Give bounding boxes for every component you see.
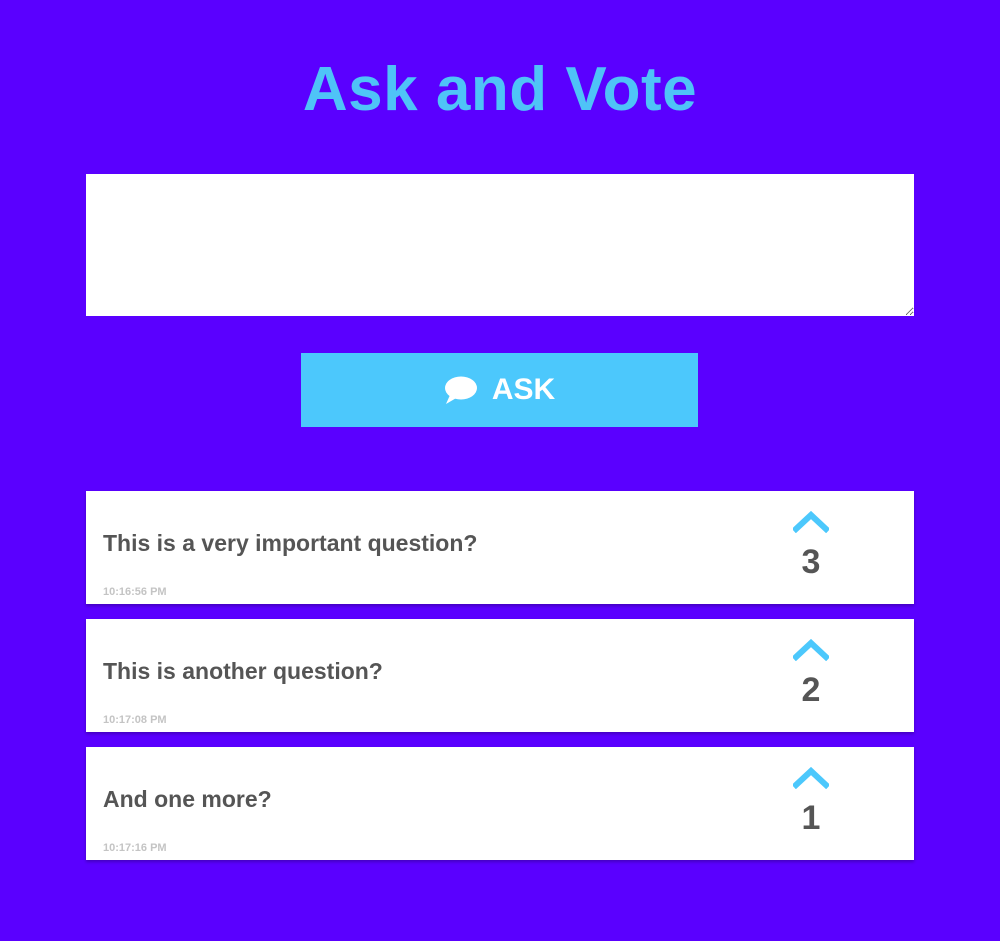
- question-text: And one more?: [103, 786, 272, 812]
- vote-area: 2: [786, 637, 836, 717]
- ask-button-label: ASK: [491, 373, 556, 406]
- page-title: Ask and Vote: [302, 55, 698, 124]
- question-timestamp: 10:17:08 PM: [103, 714, 167, 726]
- vote-count: 3: [801, 543, 821, 581]
- question-text: This is a very important question?: [103, 530, 478, 556]
- vote-count: 1: [801, 799, 821, 837]
- question-card: This is another question? 10:17:08 PM 2: [86, 619, 914, 732]
- vote-count: 2: [801, 671, 821, 709]
- speech-bubble-icon: [444, 376, 477, 404]
- upvote-chevron-icon[interactable]: [793, 637, 829, 661]
- upvote-chevron-icon[interactable]: [793, 765, 829, 789]
- question-text: This is another question?: [103, 658, 383, 684]
- question-card: And one more? 10:17:16 PM 1: [86, 747, 914, 860]
- ask-button[interactable]: ASK: [301, 353, 698, 427]
- vote-area: 1: [786, 765, 836, 845]
- question-timestamp: 10:17:16 PM: [103, 842, 167, 854]
- question-timestamp: 10:16:56 PM: [103, 586, 167, 598]
- upvote-chevron-icon[interactable]: [793, 509, 829, 533]
- question-input[interactable]: [86, 174, 914, 316]
- vote-area: 3: [786, 509, 836, 589]
- question-card: This is a very important question? 10:16…: [86, 491, 914, 604]
